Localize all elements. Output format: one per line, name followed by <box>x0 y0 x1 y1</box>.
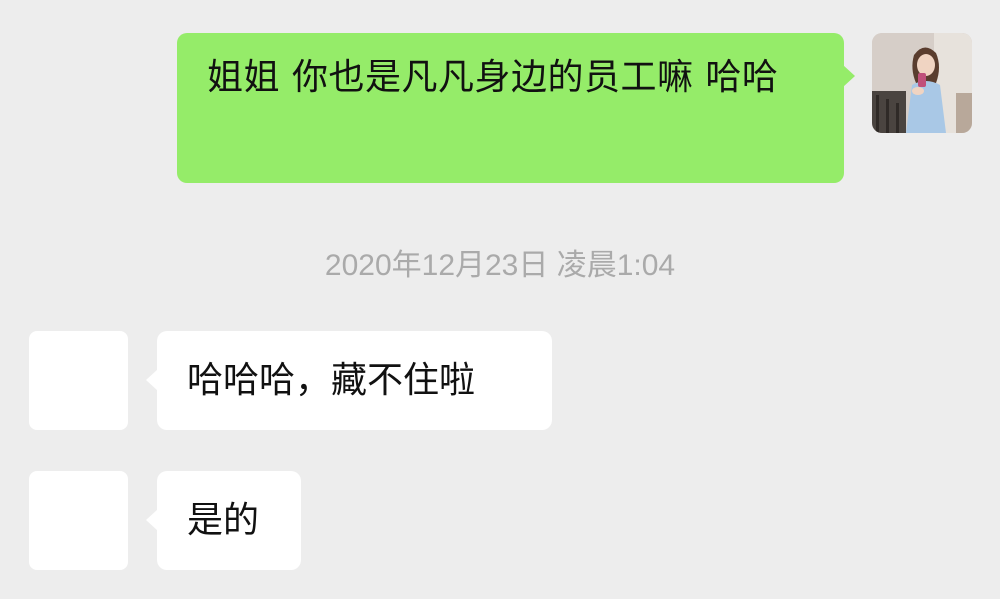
outgoing-message-bubble[interactable]: 姐姐 你也是凡凡身边的员工嘛 哈哈 <box>177 33 855 183</box>
message-text: 是的 <box>187 499 260 541</box>
incoming-message-bubble[interactable]: 哈哈哈，藏不住啦 <box>146 331 552 430</box>
avatar-photo <box>872 33 972 133</box>
avatar[interactable] <box>29 471 128 570</box>
incoming-message-bubble[interactable]: 是的 <box>146 471 301 570</box>
timestamp: 2020年12月23日 凌晨1:04 <box>324 249 676 282</box>
chat-view: 姐姐 你也是凡凡身边的员工嘛 哈哈 2020年12月23日 凌晨1:04 哈哈哈… <box>0 0 1000 599</box>
avatar[interactable] <box>872 33 972 133</box>
message-text: 姐姐 你也是凡凡身边的员工嘛 哈哈 <box>207 57 779 98</box>
avatar[interactable] <box>29 331 128 430</box>
message-text: 哈哈哈，藏不住啦 <box>187 359 476 401</box>
